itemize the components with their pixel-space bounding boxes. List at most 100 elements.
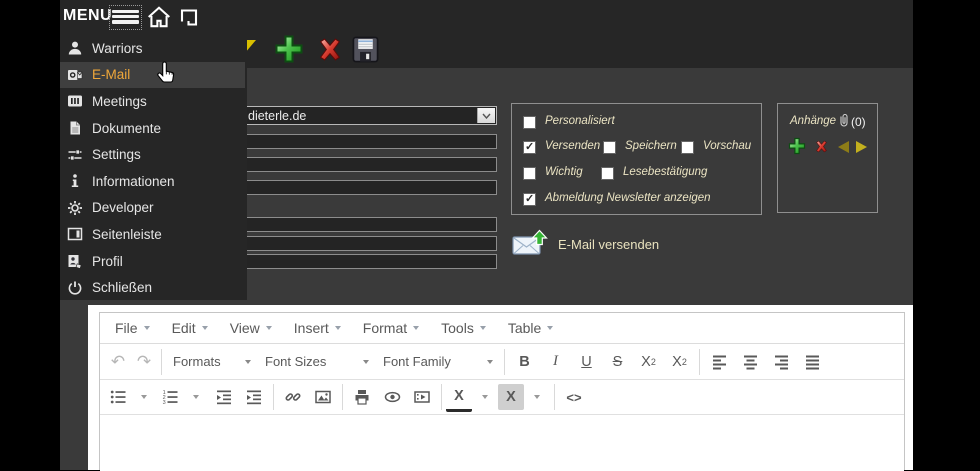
attachment-add-icon[interactable] <box>788 137 806 155</box>
attachment-prev-icon[interactable] <box>838 141 849 153</box>
separator <box>161 349 162 375</box>
label-speichern: Speichern <box>625 140 677 152</box>
checkbox-abmeldung-newsletter[interactable] <box>523 193 536 206</box>
editor-menu-format[interactable]: Format <box>352 313 430 343</box>
chevron-down-icon <box>335 326 341 330</box>
font-sizes-dropdown[interactable]: Font Sizes <box>258 349 376 375</box>
checkbox-vorschau[interactable] <box>681 141 694 154</box>
chevron-down-icon[interactable] <box>477 108 495 123</box>
menu-item-warriors[interactable]: Warriors <box>60 35 245 62</box>
checkbox-speichern[interactable] <box>603 141 616 154</box>
editor-menu-view[interactable]: View <box>219 313 283 343</box>
align-left-icon[interactable] <box>704 349 735 375</box>
outlook-mail-icon <box>66 66 83 83</box>
background-color-caret[interactable] <box>524 384 550 410</box>
editor-menu-tools[interactable]: Tools <box>430 313 497 343</box>
editor-content-area[interactable] <box>100 415 904 471</box>
attachments-title: Anhänge <box>790 115 836 127</box>
separator <box>554 384 555 410</box>
menu-item-schliessen[interactable]: Schließen <box>60 274 245 301</box>
chevron-down-icon <box>266 326 272 330</box>
bullet-list-icon[interactable] <box>105 384 131 410</box>
menu-item-meetings[interactable]: Meetings <box>60 88 245 115</box>
chevron-down-icon <box>487 360 493 364</box>
menu-item-developer[interactable]: Developer <box>60 195 245 222</box>
send-email-button[interactable]: E-Mail versenden <box>512 229 659 259</box>
send-mail-icon <box>512 229 548 259</box>
italic-button[interactable]: I <box>540 349 571 375</box>
sliders-icon <box>66 146 83 163</box>
chevron-down-icon <box>480 326 486 330</box>
media-icon[interactable] <box>407 384 437 410</box>
subscript-button[interactable]: X2 <box>633 349 664 375</box>
align-right-icon[interactable] <box>766 349 797 375</box>
sender-select-value: dieterle.de <box>248 109 306 123</box>
delete-icon[interactable] <box>316 37 344 62</box>
menu-item-informationen[interactable]: Informationen <box>60 168 245 195</box>
text-color-caret[interactable] <box>472 384 498 410</box>
gear-icon <box>66 199 83 216</box>
indent-icon[interactable] <box>239 384 269 410</box>
link-icon[interactable] <box>278 384 308 410</box>
text-color-button[interactable]: X <box>446 383 472 412</box>
outdent-icon[interactable] <box>209 384 239 410</box>
info-icon <box>66 173 83 190</box>
label-personalisiert: Personalisiert <box>545 115 615 127</box>
align-center-icon[interactable] <box>735 349 766 375</box>
hamburger-bar <box>112 10 139 13</box>
checkbox-lesebestaetigung[interactable] <box>601 167 614 180</box>
preview-eye-icon[interactable] <box>377 384 407 410</box>
bold-button[interactable]: B <box>509 349 540 375</box>
label-abmeldung-newsletter: Abmeldung Newsletter anzeigen <box>545 192 711 204</box>
menu-item-dokumente[interactable]: Dokumente <box>60 115 245 142</box>
hamburger-bar <box>112 15 139 18</box>
attachment-next-icon[interactable] <box>856 141 867 153</box>
document-icon <box>66 120 83 137</box>
home-icon[interactable] <box>146 5 172 29</box>
menu-item-settings[interactable]: Settings <box>60 141 245 168</box>
menu-item-seitenleiste[interactable]: Seitenleiste <box>60 221 245 248</box>
code-button[interactable]: <> <box>559 384 589 410</box>
align-justify-icon[interactable] <box>797 349 828 375</box>
attachments-panel: Anhänge (0) <box>777 103 878 213</box>
superscript-button[interactable]: X2 <box>664 349 695 375</box>
exit-icon[interactable] <box>179 7 199 28</box>
redo-icon[interactable] <box>131 349 157 375</box>
undo-icon[interactable] <box>105 349 131 375</box>
print-icon[interactable] <box>347 384 377 410</box>
user-icon <box>66 40 83 57</box>
chevron-down-icon <box>413 326 419 330</box>
editor-menu-file[interactable]: File <box>104 313 161 343</box>
label-wichtig: Wichtig <box>545 166 583 178</box>
editor-menu-insert[interactable]: Insert <box>283 313 352 343</box>
strikethrough-button[interactable]: S <box>602 349 633 375</box>
power-icon <box>66 279 83 296</box>
save-icon[interactable] <box>351 35 380 64</box>
checkbox-personalisiert[interactable] <box>523 116 536 129</box>
numbered-list-caret[interactable] <box>183 384 209 410</box>
background-color-button[interactable]: X <box>498 384 524 410</box>
editor-menu-table[interactable]: Table <box>497 313 564 343</box>
numbered-list-icon[interactable]: 123 <box>157 384 183 410</box>
add-icon[interactable] <box>274 34 304 64</box>
editor-panel: File Edit View Insert Format Tools Table… <box>88 305 913 470</box>
hamburger-icon[interactable] <box>112 8 139 27</box>
menu-item-email[interactable]: E-Mail <box>60 62 245 89</box>
formats-dropdown[interactable]: Formats <box>166 349 258 375</box>
underline-button[interactable]: U <box>571 349 602 375</box>
separator <box>699 349 700 375</box>
image-icon[interactable] <box>308 384 338 410</box>
editor-menu-edit[interactable]: Edit <box>161 313 219 343</box>
profile-edit-icon <box>66 253 83 270</box>
chevron-down-icon <box>144 326 150 330</box>
bullet-list-caret[interactable] <box>131 384 157 410</box>
separator <box>273 384 274 410</box>
checkbox-versenden[interactable] <box>523 141 536 154</box>
svg-text:3: 3 <box>163 400 166 405</box>
attachment-delete-icon[interactable] <box>814 140 829 153</box>
label-versenden: Versenden <box>545 140 600 152</box>
font-family-dropdown[interactable]: Font Family <box>376 349 500 375</box>
paperclip-icon <box>838 112 850 129</box>
checkbox-wichtig[interactable] <box>523 167 536 180</box>
menu-item-profil[interactable]: Profil <box>60 248 245 275</box>
